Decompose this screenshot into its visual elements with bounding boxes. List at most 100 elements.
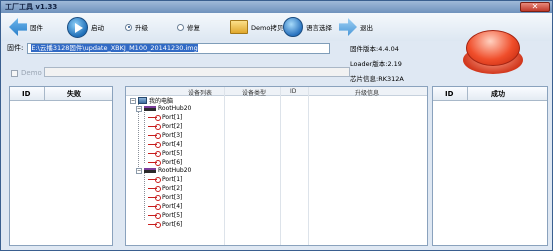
chip-info: 芯片信息:RK312A: [350, 75, 404, 83]
usb-port-icon: [148, 160, 161, 166]
firmware-button-label: 固件: [30, 24, 43, 32]
usb-hub-icon: [144, 106, 156, 111]
port-label: Port[2]: [162, 123, 183, 130]
device-tree[interactable]: 设备列表 设备类型 ID 升级信息 − 我的电脑 − RootHub20 Por…: [125, 86, 428, 246]
port-label: Port[1]: [162, 176, 183, 183]
hub-label: RootHub20: [158, 105, 192, 112]
firmware-row: 固件: E:\云播3128固件\update_XBKJ_M100_2014123…: [7, 42, 331, 54]
tree-port[interactable]: Port[1]: [148, 113, 182, 122]
checkbox-icon: [11, 69, 18, 77]
tree-port[interactable]: Port[4]: [148, 202, 182, 211]
tree-hub[interactable]: − RootHub20: [136, 104, 191, 113]
column-divider: [224, 87, 225, 245]
port-label: Port[4]: [162, 141, 183, 148]
port-label: Port[6]: [162, 221, 183, 228]
tree-port[interactable]: Port[6]: [148, 220, 182, 229]
start-button[interactable]: 启动: [67, 15, 104, 39]
fail-panel-header: ID 失败: [10, 87, 112, 101]
title-bar: 工厂工具 v1.33 ✕: [1, 1, 552, 13]
collapse-toggle-icon[interactable]: −: [136, 105, 142, 112]
upgrade-radio-label: 升级: [135, 24, 148, 32]
radio-checked-icon: [125, 23, 132, 31]
window-title: 工厂工具 v1.33: [5, 3, 58, 11]
language-button-label: 语言选择: [306, 24, 332, 32]
tree-port[interactable]: Port[1]: [148, 175, 182, 184]
usb-port-icon: [148, 133, 161, 139]
fail-panel[interactable]: ID 失败: [9, 86, 113, 246]
play-icon: [67, 16, 88, 38]
success-col-title: 成功: [491, 89, 505, 98]
repair-radio[interactable]: 修复: [177, 15, 200, 39]
globe-icon: [283, 17, 303, 37]
port-label: Port[6]: [162, 159, 183, 166]
repair-radio-label: 修复: [187, 24, 200, 32]
firmware-path-text: E:\云播3128固件\update_XBKJ_M100_20141230.im…: [31, 43, 198, 52]
demo-checkbox[interactable]: Demo: [11, 69, 42, 77]
port-label: Port[5]: [162, 212, 183, 219]
success-col-id: ID: [445, 89, 454, 98]
tree-port[interactable]: Port[5]: [148, 211, 182, 220]
port-label: Port[2]: [162, 185, 183, 192]
success-panel-header: ID 成功: [433, 87, 547, 101]
arrow-right-icon: [339, 18, 357, 36]
upgrade-radio[interactable]: 升级: [125, 15, 148, 39]
big-red-start-button[interactable]: [460, 24, 526, 76]
tree-port[interactable]: Port[3]: [148, 193, 182, 202]
tree-hub[interactable]: − RootHub20: [136, 166, 191, 175]
main-window: 工厂工具 v1.33 ✕ 固件 启动 升级 修复 Demo拷贝 语言选择 退出 …: [0, 0, 553, 251]
tree-port[interactable]: Port[3]: [148, 131, 182, 140]
demo-copy-button[interactable]: Demo拷贝: [230, 15, 283, 39]
usb-port-icon: [148, 177, 161, 183]
firmware-label: 固件:: [7, 44, 24, 52]
exit-button[interactable]: 退出: [339, 15, 373, 39]
header-divider: [44, 87, 45, 100]
device-tree-header: 设备列表 设备类型 ID 升级信息: [126, 87, 427, 97]
usb-hub-icon: [144, 168, 156, 173]
start-button-label: 启动: [91, 24, 104, 32]
usb-port-icon: [148, 204, 161, 210]
close-button[interactable]: ✕: [520, 2, 550, 12]
radio-icon: [177, 23, 184, 31]
collapse-toggle-icon[interactable]: −: [136, 167, 142, 174]
hub-label: RootHub20: [158, 167, 192, 174]
column-divider: [308, 87, 309, 245]
success-panel[interactable]: ID 成功: [432, 86, 548, 246]
demo-label: Demo: [21, 69, 42, 77]
header-divider: [467, 87, 468, 100]
tree-line: [144, 169, 145, 220]
usb-port-icon: [148, 195, 161, 201]
tree-port[interactable]: Port[2]: [148, 184, 182, 193]
fail-col-id: ID: [22, 89, 31, 98]
collapse-toggle-icon[interactable]: −: [130, 97, 136, 104]
usb-port-icon: [148, 222, 161, 228]
tree-port[interactable]: Port[5]: [148, 149, 182, 158]
port-label: Port[3]: [162, 132, 183, 139]
usb-port-icon: [148, 115, 161, 121]
fail-col-title: 失败: [67, 89, 81, 98]
folder-icon: [230, 20, 248, 34]
port-label: Port[1]: [162, 114, 183, 121]
arrow-left-icon: [9, 18, 27, 36]
exit-button-label: 退出: [360, 24, 373, 32]
demo-copy-button-label: Demo拷贝: [251, 24, 284, 32]
tree-port[interactable]: Port[2]: [148, 122, 182, 131]
firmware-button[interactable]: 固件: [9, 15, 43, 39]
loader-version: Loader版本:2.19: [350, 60, 402, 68]
col-upgrade-info: 升级信息: [355, 90, 380, 97]
demo-path-field[interactable]: [44, 67, 350, 77]
col-id: ID: [290, 88, 297, 95]
tree-line: [144, 112, 145, 163]
firmware-path-field[interactable]: E:\云播3128固件\update_XBKJ_M100_20141230.im…: [27, 42, 331, 54]
usb-port-icon: [148, 213, 161, 219]
column-divider: [280, 87, 281, 245]
tree-port[interactable]: Port[4]: [148, 140, 182, 149]
col-device-list: 设备列表: [188, 90, 213, 97]
button-top: [466, 30, 520, 66]
port-label: Port[4]: [162, 203, 183, 210]
col-device-type: 设备类型: [242, 90, 267, 97]
usb-port-icon: [148, 186, 161, 192]
usb-port-icon: [148, 124, 161, 130]
port-label: Port[3]: [162, 194, 183, 201]
language-button[interactable]: 语言选择: [283, 15, 332, 39]
usb-port-icon: [148, 151, 161, 157]
